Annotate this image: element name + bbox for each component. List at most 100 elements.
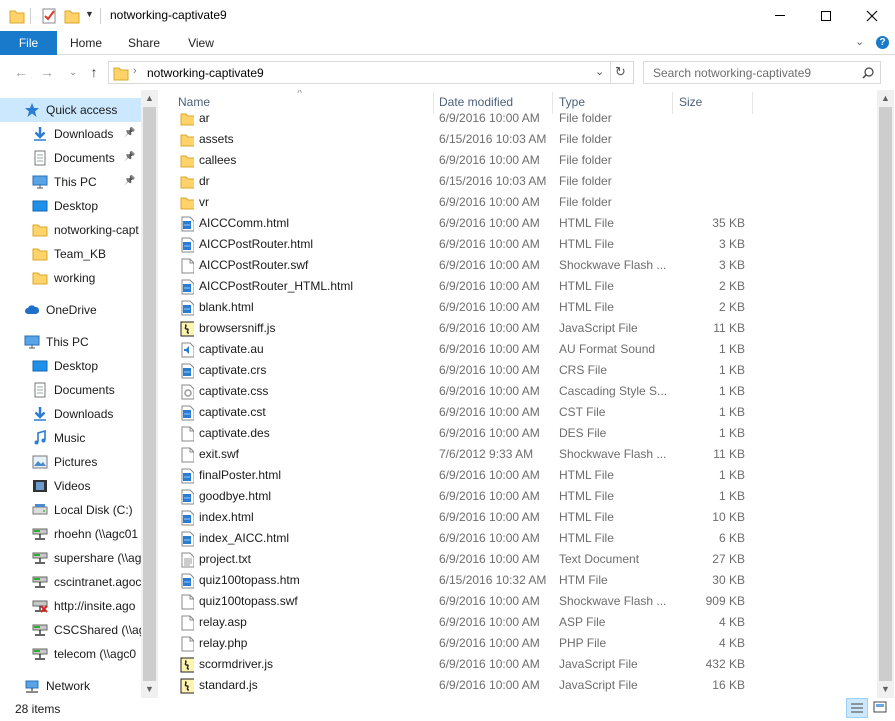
breadcrumb[interactable]: notworking-captivate9 bbox=[147, 66, 264, 80]
sidebar-item-network[interactable]: Network bbox=[0, 674, 141, 698]
item-count: 28 items bbox=[15, 702, 61, 716]
file-row[interactable]: index_AICC.html 6/9/2016 10:00 AM HTML Fil… bbox=[163, 528, 877, 549]
file-row[interactable]: exit.swf 7/6/2012 9:33 AM Shockwave Flash … bbox=[163, 444, 877, 465]
sidebar-item-team-kb[interactable]: Team_KB bbox=[0, 242, 141, 266]
file-row[interactable]: quiz100topass.htm 6/15/2016 10:32 AM HTM F… bbox=[163, 570, 877, 591]
search-icon[interactable] bbox=[862, 67, 874, 79]
sidebar-item-label: Documents bbox=[54, 383, 115, 397]
search-input[interactable]: Search notworking-captivate9 bbox=[643, 61, 881, 84]
file-row[interactable]: captivate.cst 6/9/2016 10:00 AM CST File 1 … bbox=[163, 402, 877, 423]
sidebar-item-label: Downloads bbox=[54, 407, 114, 421]
file-size: 1 KB bbox=[718, 426, 745, 440]
file-name: AICCComm.html bbox=[199, 216, 290, 230]
sidebar-item-this-pc[interactable]: This PC bbox=[0, 330, 141, 354]
file-row[interactable]: project.txt 6/9/2016 10:00 AM Text Documen… bbox=[163, 549, 877, 570]
tab-file[interactable]: File bbox=[0, 31, 57, 55]
file-row[interactable]: captivate.des 6/9/2016 10:00 AM DES File 1 … bbox=[163, 423, 877, 444]
file-row[interactable]: browsersniff.js 6/9/2016 10:00 AM JavaScri… bbox=[163, 318, 877, 339]
file-row[interactable]: quiz100topass.swf 6/9/2016 10:00 AM Shockw… bbox=[163, 591, 877, 612]
file-type: HTML File bbox=[559, 279, 614, 293]
tab-home[interactable]: Home bbox=[64, 31, 108, 55]
file-list-scroll-thumb[interactable] bbox=[879, 107, 892, 681]
nav-scrollbar[interactable]: ▲ ▼ bbox=[141, 90, 158, 698]
file-row[interactable]: index.html 6/9/2016 10:00 AM HTML File 10 K… bbox=[163, 507, 877, 528]
file-row[interactable]: scormdriver.js 6/9/2016 10:00 AM JavaScrip… bbox=[163, 654, 877, 675]
large-icons-view-button[interactable] bbox=[870, 698, 890, 718]
recent-locations-icon[interactable]: ⌄ bbox=[65, 64, 81, 80]
file-row[interactable]: captivate.css 6/9/2016 10:00 AM Cascading … bbox=[163, 381, 877, 402]
file-list-scrollbar[interactable]: ▲ ▼ bbox=[877, 90, 894, 698]
file-row[interactable]: AICCPostRouter.swf 6/9/2016 10:00 AM Shock… bbox=[163, 255, 877, 276]
file-row[interactable]: dr 6/15/2016 10:03 AM File folder bbox=[163, 171, 877, 192]
sidebar-item-telecom-agc0[interactable]: telecom (\\agc0 bbox=[0, 642, 141, 666]
file-row[interactable]: finalPoster.html 6/9/2016 10:00 AM HTML Fi… bbox=[163, 465, 877, 486]
up-arrow-icon[interactable]: ↑ bbox=[86, 64, 102, 80]
blank-file-icon bbox=[181, 426, 194, 442]
sidebar-item-notworking-capt[interactable]: notworking-capt bbox=[0, 218, 141, 242]
file-row[interactable]: ar 6/9/2016 10:00 AM File folder bbox=[163, 108, 877, 129]
file-type: Shockwave Flash ... bbox=[559, 447, 667, 461]
sidebar-item-documents[interactable]: Documents bbox=[0, 378, 141, 402]
blank-file-icon bbox=[181, 615, 194, 631]
sidebar-item-label: Local Disk (C:) bbox=[54, 503, 133, 517]
sidebar-item-http-insite-ago[interactable]: http://insite.ago bbox=[0, 594, 141, 618]
file-row[interactable]: AICCComm.html 6/9/2016 10:00 AM HTML File 3… bbox=[163, 213, 877, 234]
breadcrumb-chevron-icon[interactable]: › bbox=[133, 65, 137, 77]
sidebar-item-downloads[interactable]: Downloads bbox=[0, 402, 141, 426]
sidebar-item-supershare-ag[interactable]: supershare (\\ag bbox=[0, 546, 141, 570]
scroll-down-icon[interactable]: ▼ bbox=[877, 681, 894, 698]
scroll-up-icon[interactable]: ▲ bbox=[141, 90, 158, 107]
tab-view[interactable]: View bbox=[179, 31, 223, 55]
file-row[interactable]: captivate.au 6/9/2016 10:00 AM AU Format S… bbox=[163, 339, 877, 360]
sidebar-item-local-disk-c[interactable]: Local Disk (C:) bbox=[0, 498, 141, 522]
tab-share[interactable]: Share bbox=[122, 31, 166, 55]
sidebar-item-music[interactable]: Music bbox=[0, 426, 141, 450]
details-view-button[interactable] bbox=[846, 698, 868, 718]
back-arrow-icon[interactable]: ← bbox=[13, 64, 29, 80]
sidebar-item-working[interactable]: working bbox=[0, 266, 141, 290]
sidebar-item-pictures[interactable]: Pictures bbox=[0, 450, 141, 474]
close-button[interactable] bbox=[849, 0, 895, 31]
ribbon-expand-icon[interactable]: ⌄ bbox=[855, 35, 864, 48]
address-dropdown-icon[interactable]: ⌄ bbox=[595, 65, 604, 78]
file-row[interactable]: AICCPostRouter.html 6/9/2016 10:00 AM HTML… bbox=[163, 234, 877, 255]
sidebar-item-cscshared-ag[interactable]: CSCShared (\\ag bbox=[0, 618, 141, 642]
file-type: File folder bbox=[559, 153, 612, 167]
sidebar-item-desktop[interactable]: Desktop bbox=[0, 354, 141, 378]
pictures-icon bbox=[32, 455, 48, 469]
new-folder-icon[interactable] bbox=[64, 7, 80, 25]
sidebar-item-downloads[interactable]: Downloads 📌 bbox=[0, 122, 141, 146]
file-size: 3 KB bbox=[718, 237, 745, 251]
file-size: 1 KB bbox=[718, 468, 745, 482]
maximize-button[interactable] bbox=[803, 0, 849, 31]
file-row[interactable]: blank.html 6/9/2016 10:00 AM HTML File 2 KB bbox=[163, 297, 877, 318]
sidebar-item-desktop[interactable]: Desktop bbox=[0, 194, 141, 218]
refresh-icon[interactable]: ↻ bbox=[615, 64, 626, 80]
nav-scroll-thumb[interactable] bbox=[143, 107, 156, 681]
address-bar[interactable]: › notworking-captivate9 ⌄ ↻ bbox=[108, 61, 634, 84]
sidebar-item-videos[interactable]: Videos bbox=[0, 474, 141, 498]
sidebar-item-documents[interactable]: Documents 📌 bbox=[0, 146, 141, 170]
file-row[interactable]: standard.js 6/9/2016 10:00 AM JavaScript F… bbox=[163, 675, 877, 696]
scroll-up-icon[interactable]: ▲ bbox=[877, 90, 894, 107]
scroll-down-icon[interactable]: ▼ bbox=[141, 681, 158, 698]
file-row[interactable]: callees 6/9/2016 10:00 AM File folder bbox=[163, 150, 877, 171]
file-row[interactable]: assets 6/15/2016 10:03 AM File folder bbox=[163, 129, 877, 150]
file-row[interactable]: goodbye.html 6/9/2016 10:00 AM HTML File 1 … bbox=[163, 486, 877, 507]
file-row[interactable]: AICCPostRouter_HTML.html 6/9/2016 10:00 A… bbox=[163, 276, 877, 297]
properties-icon[interactable] bbox=[41, 7, 57, 25]
file-row[interactable]: relay.php 6/9/2016 10:00 AM PHP File 4 KB bbox=[163, 633, 877, 654]
forward-arrow-icon[interactable]: → bbox=[39, 64, 55, 80]
sidebar-item-rhoehn-agc01[interactable]: rhoehn (\\agc01 bbox=[0, 522, 141, 546]
sidebar-item-cscintranet-agoc[interactable]: cscintranet.agoc bbox=[0, 570, 141, 594]
help-icon[interactable]: ? bbox=[876, 36, 889, 49]
file-row[interactable]: captivate.crs 6/9/2016 10:00 AM CRS File 1 … bbox=[163, 360, 877, 381]
sidebar-item-this-pc[interactable]: This PC 📌 bbox=[0, 170, 141, 194]
customize-toolbar-icon[interactable]: ▼ bbox=[85, 9, 94, 27]
minimize-button[interactable] bbox=[757, 0, 803, 31]
file-row[interactable]: vr 6/9/2016 10:00 AM File folder bbox=[163, 192, 877, 213]
sidebar-item-quick-access[interactable]: Quick access bbox=[0, 98, 141, 122]
sidebar-item-onedrive[interactable]: OneDrive bbox=[0, 298, 141, 322]
file-row[interactable]: relay.asp 6/9/2016 10:00 AM ASP File 4 KB bbox=[163, 612, 877, 633]
title-bar: ▼ notworking-captivate9 bbox=[0, 0, 895, 31]
